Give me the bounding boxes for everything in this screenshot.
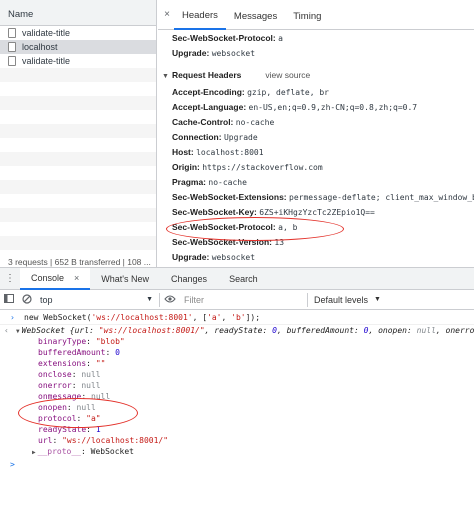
object-property: extensions: "" [38, 359, 106, 368]
expand-triangle-icon: ▼ [162, 73, 169, 80]
request-header: Sec-WebSocket-Extensions: permessage-def… [172, 192, 474, 202]
request-item[interactable]: validate-title [0, 54, 156, 68]
context-selector[interactable]: top ▼ [36, 292, 160, 307]
object-proto[interactable]: ▶ __proto__: WebSocket [0, 446, 474, 457]
request-name: validate-title [22, 56, 71, 66]
object-property: binaryType: "blob" [38, 337, 125, 346]
tab-headers[interactable]: Headers [174, 0, 226, 30]
document-icon [8, 28, 16, 38]
object-property-protocol: protocol: "a" [38, 414, 101, 423]
result-arrow-icon: ‹ [4, 326, 9, 335]
expand-triangle-icon[interactable]: ▼ [16, 328, 20, 335]
object-property: onclose: null [38, 370, 101, 379]
request-header: Origin: https://stackoverflow.com [172, 162, 323, 172]
request-header: Upgrade: websocket [172, 252, 256, 262]
console-output: › new WebSocket('ws://localhost:8001', ['… [0, 311, 474, 508]
request-header: Pragma: no-cache [172, 177, 247, 187]
request-header: Connection: Upgrade [172, 132, 258, 142]
console-toolbar: top ▼ Filter Default levels ▼ [0, 290, 474, 310]
name-column-header[interactable]: Name [0, 0, 156, 26]
console-prompt-line[interactable]: > [0, 459, 474, 470]
tab-timing[interactable]: Timing [285, 0, 329, 30]
request-name: localhost [22, 42, 58, 52]
network-summary: 3 requests | 652 B transferred | 108 ... [0, 256, 157, 268]
dropdown-arrow-icon: ▼ [374, 296, 381, 303]
request-header: Sec-WebSocket-Version: 13 [172, 237, 285, 247]
tab-messages[interactable]: Messages [226, 0, 285, 30]
sidebar-toggle-icon[interactable] [0, 294, 18, 305]
object-property: onerror: null [38, 381, 101, 390]
tab-whats-new[interactable]: What's New [90, 268, 160, 290]
log-levels-dropdown[interactable]: Default levels ▼ [308, 295, 408, 305]
console-drawer: ⋮ Console × What's New Changes Search top… [0, 267, 474, 508]
close-icon[interactable]: × [160, 9, 174, 20]
drawer-tabbar: ⋮ Console × What's New Changes Search [0, 267, 474, 290]
filter-input[interactable]: Filter [180, 292, 308, 307]
request-header: Host: localhost:8001 [172, 147, 264, 157]
object-property: readyState: 1 [38, 425, 101, 434]
document-icon [8, 56, 16, 66]
view-source-link[interactable]: view source [265, 70, 310, 80]
tab-console[interactable]: Console × [20, 267, 91, 290]
clear-console-icon[interactable] [18, 293, 36, 306]
response-header: Upgrade: websocket [172, 48, 256, 58]
network-panel: Name validate-title localhost validate-t… [0, 0, 474, 268]
console-input-line: › new WebSocket('ws://localhost:8001', ['… [0, 311, 474, 325]
eye-icon[interactable] [160, 295, 180, 305]
request-item[interactable]: validate-title [0, 26, 156, 40]
request-header-protocol: Sec-WebSocket-Protocol: a, b [172, 222, 298, 232]
headers-content: Sec-WebSocket-Protocol: a Upgrade: webso… [158, 31, 474, 268]
request-header: Accept-Language: en-US,en;q=0.9,zh-CN;q=… [172, 102, 418, 112]
object-property: url: "ws://localhost:8001/" [38, 436, 169, 445]
request-name: validate-title [22, 28, 71, 38]
input-prompt-icon: › [10, 313, 15, 322]
request-headers-section[interactable]: ▼ Request Headers view source [158, 65, 474, 85]
request-header: Accept-Encoding: gzip, deflate, br [172, 87, 329, 97]
more-menu-icon[interactable]: ⋮ [0, 273, 20, 284]
close-icon[interactable]: × [74, 273, 79, 283]
prompt-icon: > [10, 460, 15, 469]
request-details: × Headers Messages Timing Sec-WebSocket-… [158, 0, 474, 268]
request-item-selected[interactable]: localhost [0, 40, 156, 54]
details-tabbar: × Headers Messages Timing [158, 0, 474, 30]
console-result-line[interactable]: ‹ ▼ WebSocket {url: "ws://localhost:8001/"… [0, 325, 474, 336]
document-icon [8, 42, 16, 52]
object-property: onmessage: null [38, 392, 111, 401]
tab-search[interactable]: Search [218, 268, 269, 290]
request-header: Cache-Control: no-cache [172, 117, 275, 127]
request-list: Name validate-title localhost validate-t… [0, 0, 157, 256]
response-header: Sec-WebSocket-Protocol: a [172, 33, 283, 43]
object-property-onopen: onopen: null [38, 403, 96, 412]
request-header: Sec-WebSocket-Key: 6ZS+iKHgzYzcTc2ZEpio1… [172, 207, 375, 217]
tab-changes[interactable]: Changes [160, 268, 218, 290]
dropdown-arrow-icon: ▼ [146, 296, 153, 303]
expand-triangle-icon[interactable]: ▶ [32, 449, 36, 456]
object-property: bufferedAmount: 0 [38, 348, 120, 357]
